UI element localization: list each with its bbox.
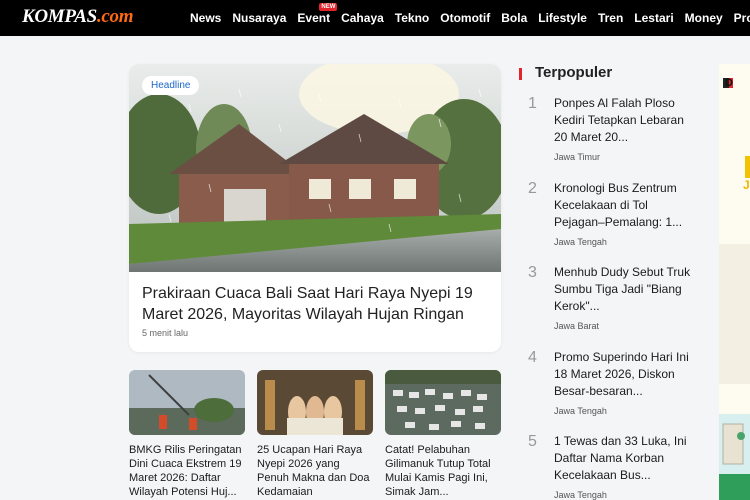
advertisement-banner[interactable]: D J <box>719 64 750 500</box>
news-card[interactable]: Catat! Pelabuhan Gilimanuk Tutup Total M… <box>385 370 501 499</box>
new-badge: NEW <box>319 3 338 11</box>
popular-title[interactable]: Ponpes Al Falah Ploso Kediri Tetapkan Le… <box>554 95 700 146</box>
headline-card[interactable]: Headline Prakiraan Cuaca Bali Saat Hari … <box>129 64 501 352</box>
popular-region[interactable]: Jawa Tengah <box>554 237 607 247</box>
news-title[interactable]: 25 Ucapan Hari Raya Nyepi 2026 yang Penu… <box>257 443 373 499</box>
popular-title[interactable]: Promo Superindo Hari Ini 18 Maret 2026, … <box>554 349 700 400</box>
ad-graphic <box>719 64 750 500</box>
ad-letter-d: D <box>725 77 733 89</box>
popular-rank: 4 <box>528 349 537 366</box>
nav-nusaraya[interactable]: Nusaraya <box>232 11 286 25</box>
news-title[interactable]: BMKG Rilis Peringatan Dini Cuaca Ekstrem… <box>129 443 245 499</box>
nav-tekno[interactable]: Tekno <box>395 11 429 25</box>
popular-title[interactable]: Menhub Dudy Sebut Truk Sumbu Tiga Jadi "… <box>554 264 700 315</box>
popular-region[interactable]: Jawa Barat <box>554 321 599 331</box>
kompas-logo[interactable]: KOMPAS.com <box>22 6 134 28</box>
top-navigation-bar: KOMPAS.com News Nusaraya Event NEW Cahaya… <box>0 0 750 36</box>
popular-rank: 3 <box>528 264 537 281</box>
nav-bola[interactable]: Bola <box>501 11 527 25</box>
headline-badge: Headline <box>142 76 200 95</box>
popular-rank: 2 <box>528 180 537 197</box>
nav-money[interactable]: Money <box>685 11 723 25</box>
news-image[interactable] <box>257 370 373 435</box>
nav-lestari[interactable]: Lestari <box>634 11 673 25</box>
popular-region[interactable]: Jawa Tengah <box>554 406 607 416</box>
popular-region[interactable]: Jawa Timur <box>554 152 600 162</box>
popular-rank: 1 <box>528 95 537 112</box>
nav-properti[interactable]: Properti <box>734 11 750 25</box>
popular-region[interactable]: Jawa Tengah <box>554 490 607 500</box>
headline-timestamp: 5 menit lalu <box>142 328 189 338</box>
popular-rank: 5 <box>528 433 537 450</box>
news-title[interactable]: Catat! Pelabuhan Gilimanuk Tutup Total M… <box>385 443 501 499</box>
nav-cahaya[interactable]: Cahaya <box>341 11 384 25</box>
main-nav: News Nusaraya Event NEW Cahaya Tekno Otom… <box>190 3 750 25</box>
nav-tren[interactable]: Tren <box>598 11 623 25</box>
nav-lifestyle[interactable]: Lifestyle <box>538 11 587 25</box>
headline-title[interactable]: Prakiraan Cuaca Bali Saat Hari Raya Nyep… <box>142 283 490 325</box>
news-card[interactable]: BMKG Rilis Peringatan Dini Cuaca Ekstrem… <box>129 370 245 499</box>
nav-otomotif[interactable]: Otomotif <box>440 11 490 25</box>
popular-title[interactable]: Kronologi Bus Zentrum Kecelakaan di Tol … <box>554 180 700 231</box>
news-image[interactable] <box>129 370 245 435</box>
headline-image[interactable] <box>129 64 501 272</box>
popular-title[interactable]: 1 Tewas dan 33 Luka, Ini Daftar Nama Kor… <box>554 433 700 484</box>
nav-news[interactable]: News <box>190 11 221 25</box>
nav-event[interactable]: Event NEW <box>297 3 338 25</box>
ad-letter-j: J <box>743 178 750 192</box>
news-image[interactable] <box>385 370 501 435</box>
section-accent-bar <box>519 68 522 80</box>
news-card[interactable]: 25 Ucapan Hari Raya Nyepi 2026 yang Penu… <box>257 370 373 499</box>
